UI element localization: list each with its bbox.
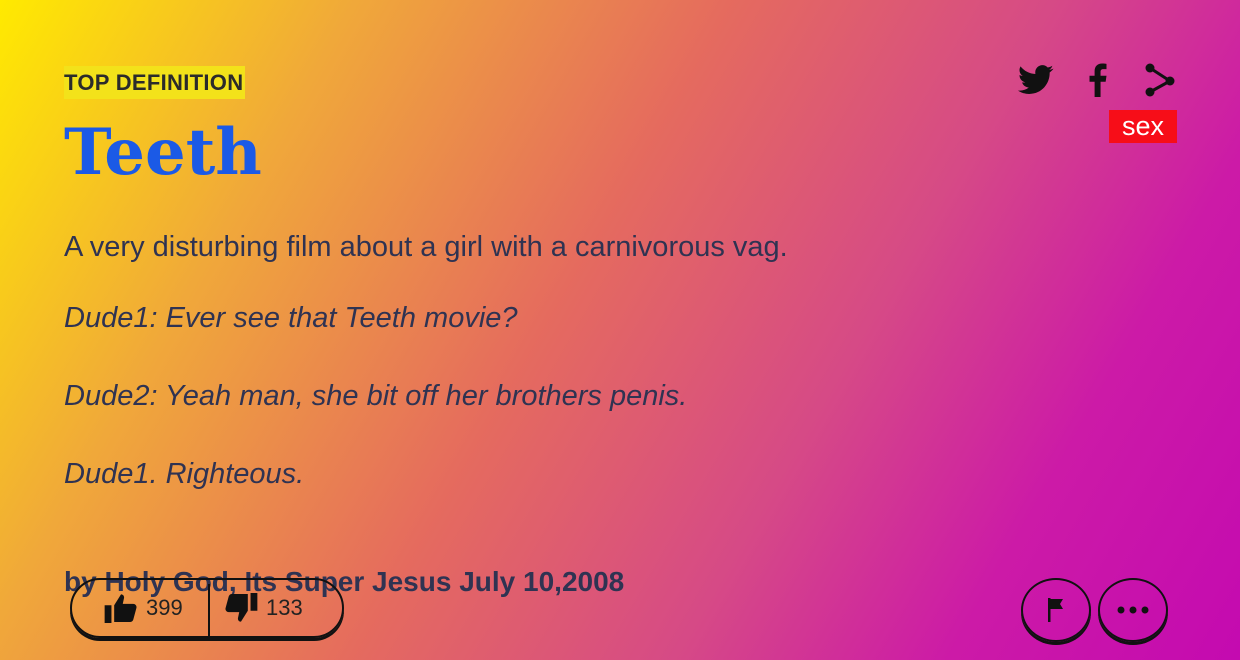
share-icon[interactable]	[1143, 60, 1177, 100]
definition-word[interactable]: Teeth	[64, 114, 262, 192]
more-button[interactable]	[1098, 578, 1168, 642]
more-icon	[1117, 606, 1149, 614]
vote-divider	[208, 584, 210, 640]
example-line: Dude1: Ever see that Teeth movie?	[64, 302, 518, 334]
flag-button[interactable]	[1021, 578, 1091, 642]
tag-sex[interactable]: sex	[1109, 110, 1177, 143]
thumbs-up-icon	[104, 594, 137, 623]
upvote-button[interactable]: 399	[104, 580, 183, 636]
twitter-icon[interactable]	[1017, 60, 1055, 100]
downvote-count: 133	[266, 595, 303, 620]
facebook-icon[interactable]	[1088, 60, 1108, 100]
downvote-button[interactable]: 133	[224, 580, 303, 636]
thumbs-down-icon	[225, 593, 258, 622]
vote-controls: 399 133	[70, 578, 344, 640]
example-line: Dude2: Yeah man, she bit off her brother…	[64, 380, 688, 412]
definition-example: Dude1: Ever see that Teeth movie? Dude2:…	[64, 299, 964, 533]
example-line: Dude1. Righteous.	[64, 458, 305, 490]
upvote-count: 399	[146, 595, 183, 620]
flag-icon	[1048, 598, 1063, 622]
section-label: TOP DEFINITION	[64, 66, 246, 99]
definition-meaning: A very disturbing film about a girl with…	[64, 231, 788, 263]
